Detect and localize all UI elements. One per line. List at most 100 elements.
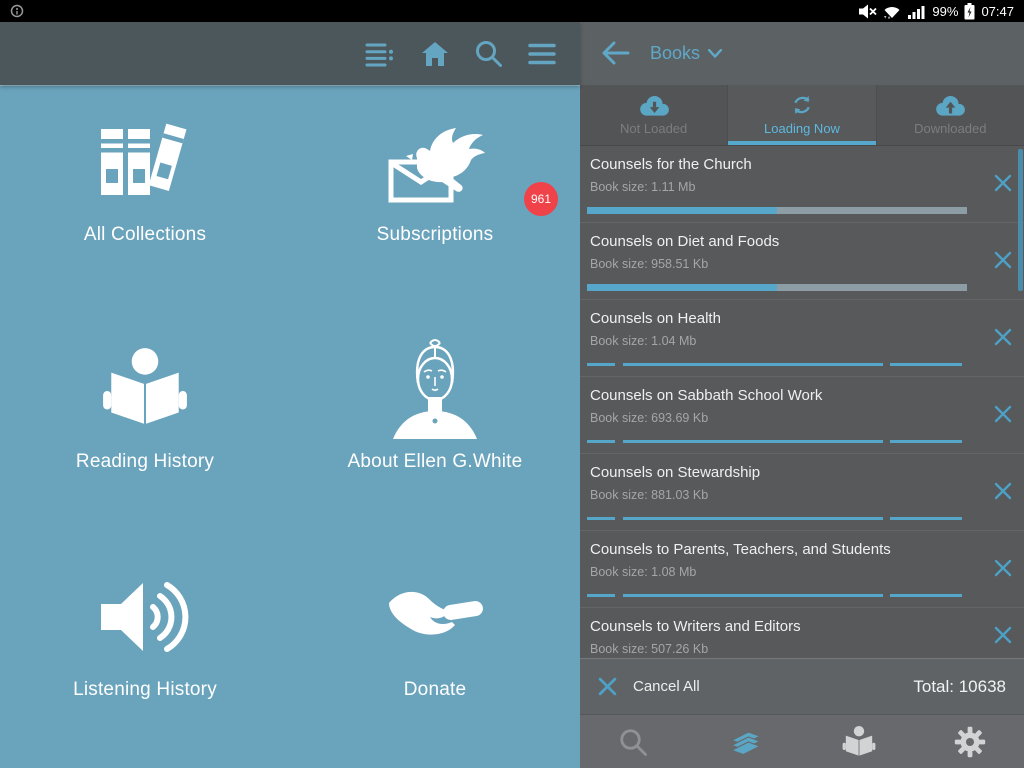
reading-lists-icon[interactable] [365, 41, 395, 67]
category-title: Books [650, 43, 700, 64]
book-size-value: 1.11 Mb [651, 180, 695, 194]
book-row[interactable]: Counsels for the Church Book size: 1.11 … [580, 146, 1024, 223]
download-progress-bar [587, 284, 967, 291]
tab-label: Loading Now [764, 121, 840, 136]
menu-item-all-collections[interactable]: All Collections [0, 86, 290, 313]
tab-not-loaded[interactable]: Not Loaded [580, 85, 727, 145]
book-title: Counsels for the Church [590, 156, 1024, 173]
book-row[interactable]: Counsels to Writers and Editors Book siz… [580, 608, 1024, 659]
app-notification-icon [10, 4, 24, 18]
download-progress-bar [587, 207, 967, 214]
book-size-value: 881.03 Kb [651, 488, 708, 502]
battery-percent: 99% [932, 4, 958, 19]
book-row[interactable]: Counsels on Stewardship Book size: 881.0… [580, 454, 1024, 531]
book-row[interactable]: Counsels on Diet and Foods Book size: 95… [580, 223, 1024, 300]
menu-label: Donate [404, 679, 466, 701]
download-footer: Cancel All Total: 10638 [580, 658, 1024, 714]
app-screen: 99% 07:47 [0, 0, 1024, 768]
tab-downloaded[interactable]: Downloaded [876, 85, 1024, 145]
mute-icon [858, 4, 877, 19]
sync-icon [790, 93, 814, 117]
cancel-download-button[interactable] [994, 328, 1012, 346]
cancel-download-button[interactable] [994, 626, 1012, 644]
tab-loading-now[interactable]: Loading Now [727, 85, 875, 145]
book-title: Counsels to Parents, Teachers, and Stude… [590, 541, 1024, 558]
signal-icon [907, 4, 926, 19]
download-progress-indeterminate [587, 363, 967, 366]
home-icon[interactable] [421, 41, 449, 67]
left-toolbar [0, 22, 580, 85]
home-menu-grid: All Collections Subscriptions 961 [0, 85, 580, 768]
books-icon [99, 108, 191, 216]
download-list: Counsels for the Church Book size: 1.11 … [580, 146, 1024, 659]
giving-hand-icon [383, 563, 487, 671]
category-dropdown[interactable]: Books [650, 43, 722, 64]
cancel-download-button[interactable] [994, 559, 1012, 577]
home-panel: All Collections Subscriptions 961 [0, 22, 580, 768]
book-row[interactable]: Counsels to Parents, Teachers, and Stude… [580, 531, 1024, 608]
cloud-upload-icon [933, 94, 967, 117]
person-reading-icon [99, 335, 191, 443]
tab-label: Downloaded [914, 121, 986, 136]
scrollbar[interactable] [1018, 149, 1023, 291]
nav-settings-icon[interactable] [954, 726, 986, 758]
search-icon[interactable] [475, 40, 502, 67]
book-size-value: 958.51 Kb [651, 257, 708, 271]
tab-label: Not Loaded [620, 121, 687, 136]
menu-icon[interactable] [528, 43, 556, 65]
book-size-value: 507.26 Kb [651, 642, 708, 656]
book-size-label: Book size: [590, 488, 648, 502]
speaker-icon [97, 563, 193, 671]
menu-label: All Collections [84, 224, 206, 246]
cloud-download-icon [637, 94, 671, 117]
book-title: Counsels on Diet and Foods [590, 233, 1024, 250]
menu-item-donate[interactable]: Donate [290, 541, 580, 768]
menu-label: Reading History [76, 451, 214, 473]
book-row[interactable]: Counsels on Health Book size: 1.04 Mb [580, 300, 1024, 377]
battery-charging-icon [964, 3, 975, 20]
download-progress-indeterminate [587, 517, 967, 520]
nav-books-icon[interactable] [725, 725, 765, 759]
book-size-label: Book size: [590, 257, 648, 271]
menu-label: About Ellen G.White [348, 451, 523, 473]
cancel-all-button[interactable]: Cancel All [598, 677, 700, 696]
download-tabs: Not Loaded Loading Now [580, 85, 1024, 146]
menu-item-reading-history[interactable]: Reading History [0, 313, 290, 540]
menu-item-listening-history[interactable]: Listening History [0, 541, 290, 768]
dove-envelope-icon [383, 108, 487, 216]
bottom-nav [580, 714, 1024, 768]
book-title: Counsels to Writers and Editors [590, 618, 1024, 635]
cancel-download-button[interactable] [994, 405, 1012, 423]
book-row[interactable]: Counsels on Sabbath School Work Book siz… [580, 377, 1024, 454]
book-title: Counsels on Health [590, 310, 1024, 327]
cancel-download-button[interactable] [994, 174, 1012, 192]
menu-item-about-ellen-white[interactable]: About Ellen G.White [290, 313, 580, 540]
book-size-value: 1.04 Mb [651, 334, 696, 348]
book-size-label: Book size: [590, 411, 648, 425]
cancel-download-button[interactable] [994, 482, 1012, 500]
subscriptions-badge: 961 [524, 182, 558, 216]
menu-item-subscriptions[interactable]: Subscriptions 961 [290, 86, 580, 313]
book-size-label: Book size: [590, 642, 648, 656]
cancel-download-button[interactable] [994, 251, 1012, 269]
download-progress-indeterminate [587, 440, 967, 443]
book-size-value: 693.69 Kb [651, 411, 708, 425]
book-title: Counsels on Stewardship [590, 464, 1024, 481]
downloads-header: Books [580, 22, 1024, 85]
ellen-white-portrait-icon [381, 335, 489, 443]
chevron-down-icon [708, 49, 722, 58]
menu-label: Listening History [73, 679, 217, 701]
total-count: Total: 10638 [913, 677, 1006, 697]
status-bar: 99% 07:47 [0, 0, 1024, 22]
book-title: Counsels on Sabbath School Work [590, 387, 1024, 404]
close-icon [598, 677, 617, 696]
nav-reader-icon[interactable] [841, 725, 877, 759]
downloads-panel: Books Not Loaded [580, 22, 1024, 768]
book-size-label: Book size: [590, 180, 648, 194]
menu-label: Subscriptions [377, 224, 494, 246]
book-size-value: 1.08 Mb [651, 565, 696, 579]
book-size-label: Book size: [590, 334, 648, 348]
wifi-icon [883, 4, 901, 19]
back-icon[interactable] [602, 41, 630, 65]
nav-search-icon[interactable] [618, 727, 648, 757]
